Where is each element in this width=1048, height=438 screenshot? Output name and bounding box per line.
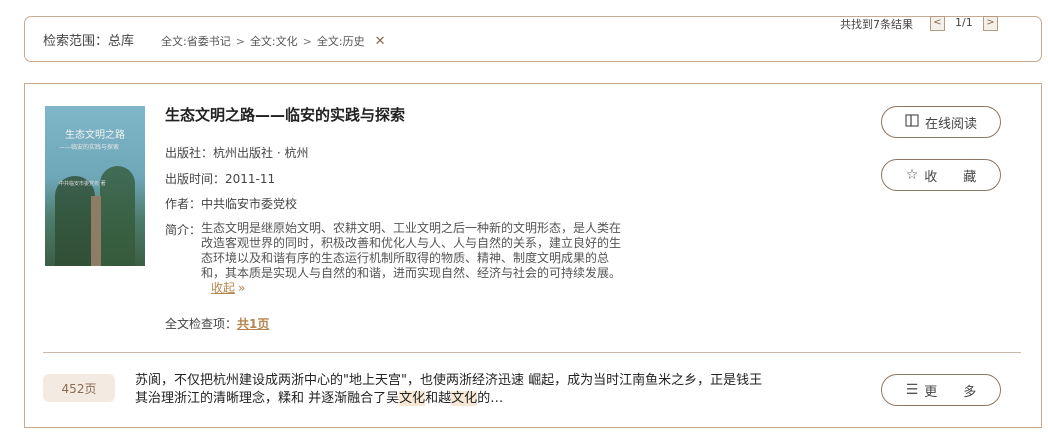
book-author: 作者：中共临安市委党校	[165, 197, 298, 211]
book-publish-date: 出版时间：2011-11	[165, 172, 276, 186]
fulltext-hits-link[interactable]: 共1页	[237, 317, 269, 331]
hit-snippet: 苏阆，不仅把杭州建设成两浙中心的"地上天宫"，也使两浙经济迅速 崛起，成为当时江…	[135, 373, 763, 406]
book-cover[interactable]: 生态文明之路 ——临安的实践与探索 中共临安市委党校 著	[45, 106, 145, 266]
filter-breadcrumb: 全文:省委书记 > 全文:文化 > 全文:历史 ✕	[161, 33, 386, 49]
favorite-button[interactable]: ☆ 收 藏	[881, 159, 1001, 191]
crumb-fulltext-secretary[interactable]: 全文:省委书记	[161, 33, 231, 49]
cover-trunk	[91, 196, 101, 266]
next-page-button[interactable]: >	[983, 16, 998, 31]
more-button[interactable]: ☰ 更 多	[881, 374, 1001, 406]
clear-filter-icon[interactable]: ✕	[375, 34, 386, 49]
book-intro: 简介： 生态文明是继原始文明、农耕文明、工业文明之后一种新的文明形态，是人类在改…	[165, 221, 625, 296]
prev-page-button[interactable]: <	[930, 16, 945, 31]
intro-text: 生态文明是继原始文明、农耕文明、工业文明之后一种新的文明形态，是人类在改造客观世…	[201, 221, 622, 280]
page-badge[interactable]: 452页	[43, 374, 115, 402]
cover-tree	[55, 176, 95, 266]
keyword-highlight: 文化	[399, 391, 426, 406]
read-online-button[interactable]: 在线阅读	[881, 106, 1001, 138]
section-divider	[43, 352, 1021, 353]
result-count: 共找到7条结果	[840, 18, 913, 31]
star-icon: ☆	[905, 167, 919, 183]
keyword-highlight: 文化	[451, 391, 478, 406]
book-open-icon	[905, 113, 919, 131]
cover-publisher: 中共临安市委党校 著	[59, 181, 106, 187]
collapse-link[interactable]: 收起»	[211, 281, 245, 295]
crumb-fulltext-history[interactable]: 全文:历史	[317, 33, 365, 49]
cover-subtitle: ——临安的实践与探索	[59, 144, 120, 151]
scope-label: 检索范围：总库	[43, 34, 135, 49]
scope-value: 总库	[108, 34, 135, 49]
fulltext-summary: 全文检查项：共1页	[165, 317, 270, 331]
intro-label: 简介：	[165, 223, 202, 237]
book-publisher: 出版社：杭州出版社 · 杭州	[165, 146, 309, 160]
page-indicator: 1/1	[955, 16, 973, 29]
cover-title: 生态文明之路	[65, 130, 125, 141]
menu-icon: ☰	[905, 382, 919, 398]
double-chevron-right-icon: »	[238, 281, 246, 295]
crumb-fulltext-culture[interactable]: 全文:文化	[250, 33, 298, 49]
crumb-separator: >	[235, 34, 245, 48]
result-card: 生态文明之路 ——临安的实践与探索 中共临安市委党校 著 生态文明之路——临安的…	[24, 83, 1042, 428]
crumb-separator: >	[302, 34, 312, 48]
book-title[interactable]: 生态文明之路——临安的实践与探索	[165, 104, 405, 125]
